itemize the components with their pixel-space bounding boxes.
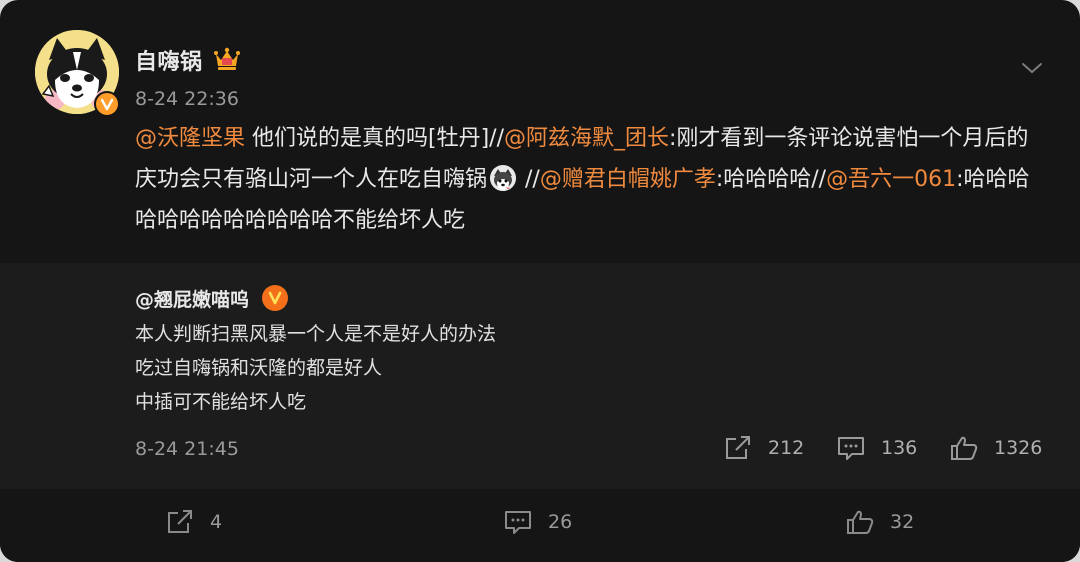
mention-link[interactable]: @阿兹海默_团长 — [504, 126, 669, 151]
quoted-username[interactable]: @翘屁嫩喵呜 — [135, 285, 249, 312]
repost-icon — [168, 510, 192, 533]
comment-icon — [838, 437, 864, 460]
comment-count: 136 — [881, 437, 918, 459]
crown-icon[interactable] — [213, 46, 241, 72]
post-timestamp: 8-24 22:36 — [135, 88, 239, 110]
post-text: 他们说的是真的吗[牡丹]// — [245, 126, 504, 151]
verified-badge-icon — [94, 91, 120, 117]
comment-button[interactable]: 26 — [504, 509, 572, 535]
mention-link[interactable]: @赠君白帽姚广孝 — [540, 167, 716, 192]
thumbs-up-icon — [847, 510, 874, 534]
mention-link[interactable]: @吾六一061 — [826, 167, 956, 192]
post-text: // — [518, 167, 540, 192]
chevron-down-icon[interactable] — [1020, 60, 1044, 76]
quoted-timestamp: 8-24 21:45 — [135, 438, 239, 460]
repost-count: 4 — [210, 511, 223, 533]
post-text: :哈哈哈哈// — [715, 167, 827, 192]
quoted-comment-button[interactable]: 136 — [837, 435, 917, 461]
post-username[interactable]: 自嗨锅 — [135, 44, 203, 76]
repost-button[interactable]: 4 — [166, 509, 222, 535]
post-body: @沃隆坚果 他们说的是真的吗[牡丹]//@阿兹海默_团长:刚才看到一条评论说害怕… — [135, 118, 1045, 241]
quoted-line: 本人判断扫黑风暴一个人是不是好人的办法 — [135, 323, 497, 345]
husky-emoji-icon — [490, 165, 517, 191]
action-bar: 4 26 32 — [0, 489, 1080, 562]
weibo-post-card: 自嗨锅 8-24 22:36 @沃隆坚果 他们说的是真的吗[牡丹]//@阿兹海默… — [0, 0, 1080, 562]
repost-icon — [726, 436, 750, 459]
repost-count: 212 — [768, 437, 805, 459]
quoted-text: 本人判断扫黑风暴一个人是不是好人的办法 吃过自嗨锅和沃隆的都是好人 中插可不能给… — [135, 317, 496, 419]
mention-link[interactable]: @沃隆坚果 — [135, 126, 245, 151]
quoted-post[interactable]: @翘屁嫩喵呜 本人判断扫黑风暴一个人是不是好人的办法 吃过自嗨锅和沃隆的都是好人… — [0, 263, 1080, 489]
quoted-repost-button[interactable]: 212 — [724, 435, 804, 461]
comment-count: 26 — [548, 511, 573, 533]
comment-icon — [505, 511, 531, 534]
quoted-line: 中插可不能给坏人吃 — [135, 391, 307, 413]
verified-v-icon — [262, 285, 288, 311]
thumbs-up-icon — [951, 436, 978, 460]
quoted-line: 吃过自嗨锅和沃隆的都是好人 — [135, 357, 383, 379]
like-button[interactable]: 32 — [846, 509, 914, 535]
quoted-like-button[interactable]: 1326 — [950, 435, 1042, 461]
like-count: 32 — [890, 511, 915, 533]
post-header: 自嗨锅 8-24 22:36 — [35, 30, 1080, 120]
like-count: 1326 — [994, 437, 1043, 459]
